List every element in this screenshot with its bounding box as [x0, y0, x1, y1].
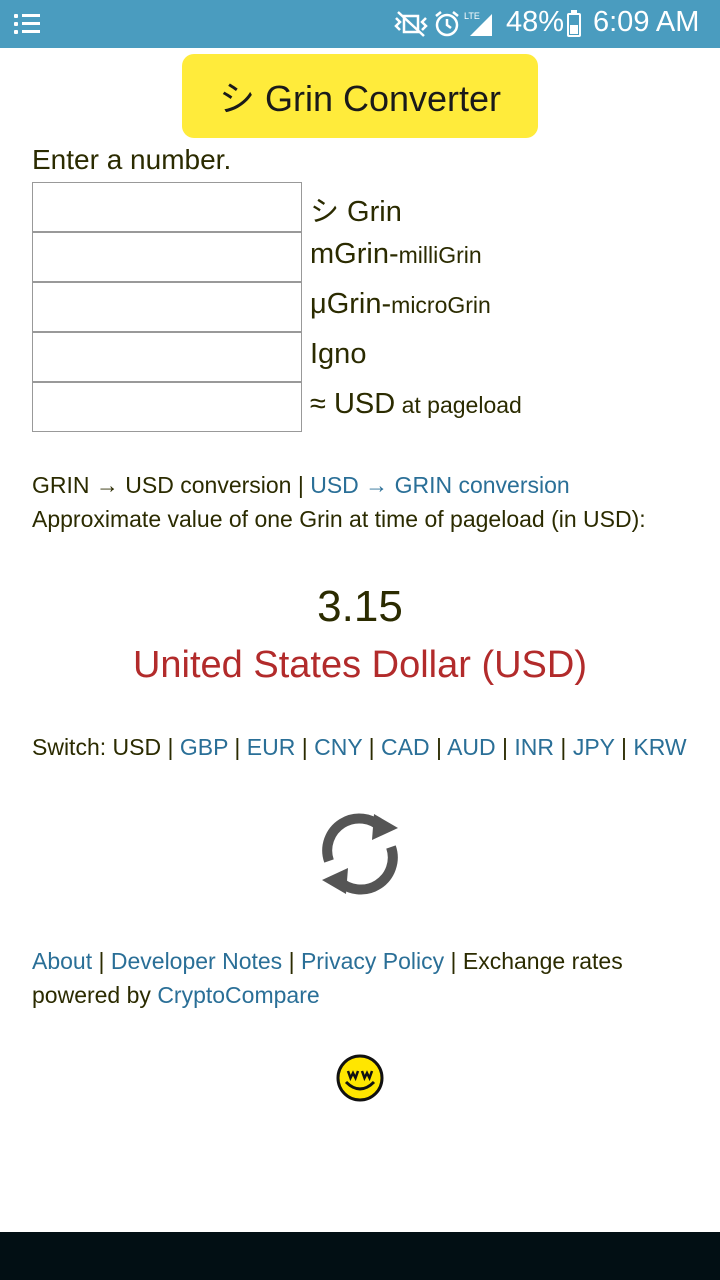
usd-to-grin-link[interactable]: USD → GRIN conversion: [310, 472, 569, 498]
about-link[interactable]: About: [32, 948, 92, 974]
grin-logo-icon: [336, 1054, 384, 1102]
battery-charging-icon: [567, 10, 581, 37]
clock: 6:09 AM: [593, 6, 700, 38]
footer: About | Developer Notes | Privacy Policy…: [32, 948, 623, 1008]
switch-current: USD: [112, 734, 162, 760]
privacy-policy-link[interactable]: Privacy Policy: [301, 948, 444, 974]
switch-krw[interactable]: KRW: [633, 734, 686, 760]
switch-aud[interactable]: AUD: [447, 734, 496, 760]
switch-cad[interactable]: CAD: [381, 734, 430, 760]
status-bar: LTE 48% 6:09 AM: [0, 0, 720, 48]
developer-notes-link[interactable]: Developer Notes: [111, 948, 282, 974]
switch-jpy[interactable]: JPY: [573, 734, 615, 760]
currency-name: United States Dollar (USD): [132, 644, 588, 686]
vibrate-mute-icon: [394, 11, 428, 37]
grin-row: シ Grin: [32, 182, 682, 232]
mgrin-unit-label: mGrin-milliGrin: [310, 238, 482, 270]
approx-description: Approximate value of one Grin at time of…: [32, 506, 646, 532]
rate-value: 3.15: [317, 582, 403, 631]
switch-eur[interactable]: EUR: [247, 734, 296, 760]
mgrin-input[interactable]: [32, 232, 302, 282]
ugrin-row: μGrin-microGrin: [32, 282, 682, 332]
refresh-icon[interactable]: [312, 806, 408, 902]
currency-switch: Switch: USD | GBP | EUR | CNY | CAD | AU…: [32, 734, 687, 760]
battery-percent: 48%: [506, 6, 565, 38]
igno-row: Igno: [32, 332, 682, 382]
separator: |: [291, 472, 311, 498]
ugrin-unit-label: μGrin-microGrin: [310, 288, 491, 320]
conversion-mode: GRIN → USD conversion | USD → GRIN conve…: [32, 472, 570, 499]
navigation-bar: [0, 1232, 720, 1280]
switch-inr[interactable]: INR: [514, 734, 554, 760]
input-prompt: Enter a number.: [32, 144, 232, 175]
mgrin-row: mGrin-milliGrin: [32, 232, 682, 282]
usd-input[interactable]: [32, 382, 302, 432]
svg-text:LTE: LTE: [464, 11, 480, 21]
switch-gbp[interactable]: GBP: [180, 734, 228, 760]
grin-unit-label: シ Grin: [310, 196, 402, 228]
igno-input[interactable]: [32, 332, 302, 382]
alarm-icon: [435, 11, 459, 37]
signal-icon: LTE: [464, 11, 492, 36]
title-button[interactable]: シ Grin Converter: [182, 54, 538, 138]
usd-unit-label: ≈ USD at pageload: [310, 388, 522, 420]
menu-icon[interactable]: [14, 12, 40, 36]
igno-unit-label: Igno: [310, 338, 367, 370]
status-icons: LTE: [392, 10, 496, 38]
switch-label: Switch:: [32, 734, 113, 760]
cryptocompare-link[interactable]: CryptoCompare: [157, 982, 319, 1008]
switch-cny[interactable]: CNY: [314, 734, 362, 760]
grin-input[interactable]: [32, 182, 302, 232]
usd-row: ≈ USD at pageload: [32, 382, 682, 432]
conversion-active: GRIN → USD conversion: [32, 472, 292, 498]
ugrin-input[interactable]: [32, 282, 302, 332]
